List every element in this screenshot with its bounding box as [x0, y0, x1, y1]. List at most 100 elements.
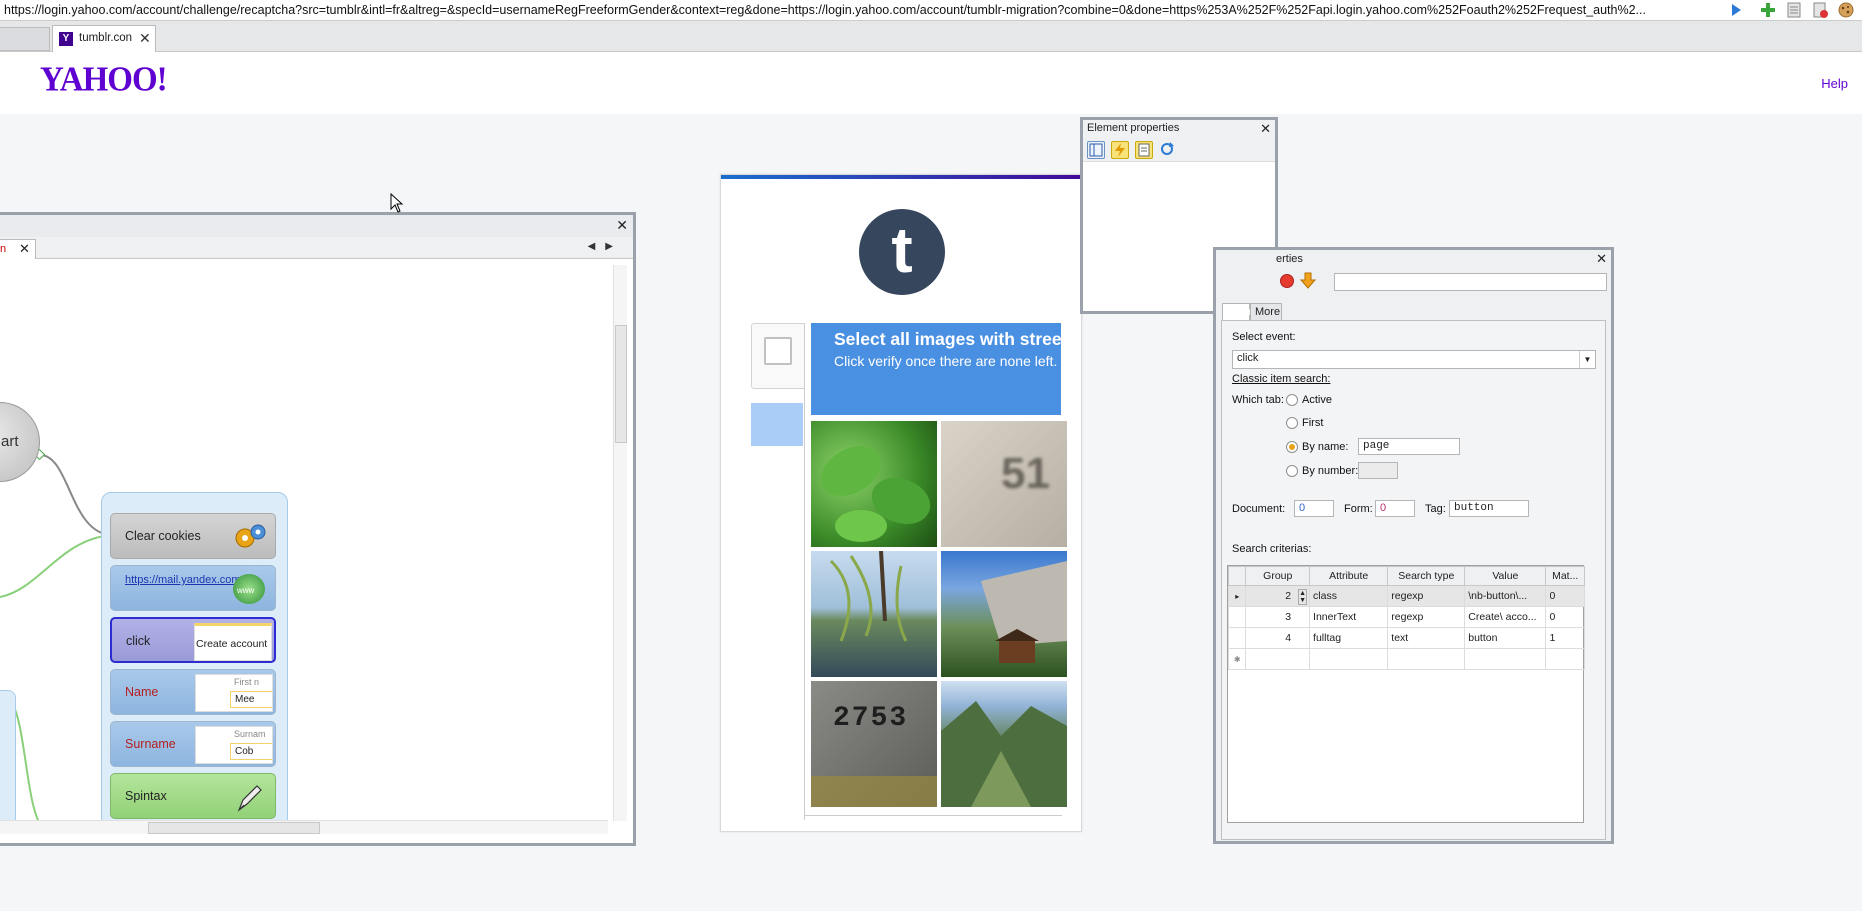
- radio-active-label: Active: [1302, 394, 1332, 406]
- tab-more[interactable]: More: [1250, 303, 1282, 321]
- lightning-icon[interactable]: [1111, 141, 1129, 159]
- form-label: Form:: [1344, 503, 1373, 515]
- properties-content: Select event: click ▼ Classic item searc…: [1221, 320, 1606, 840]
- add-icon[interactable]: [1760, 2, 1776, 18]
- builder-horizontal-scrollbar[interactable]: [0, 820, 608, 834]
- radio-active[interactable]: [1286, 394, 1298, 406]
- captcha-tile-number-51[interactable]: 51: [941, 421, 1067, 547]
- spinner-icon[interactable]: ▲ ▼: [1298, 589, 1308, 605]
- action-group[interactable]: Clear cookies https://mail.yandex.com ww…: [101, 492, 288, 832]
- col-group[interactable]: Group: [1245, 566, 1311, 586]
- table-row[interactable]: 3 InnerText regexp Create\ acco... 0: [1227, 606, 1585, 628]
- tab-scroll-arrows-icon[interactable]: ◀▶: [588, 241, 623, 252]
- cell-group[interactable]: 4: [1245, 627, 1311, 649]
- horizontal-scroll-thumb[interactable]: [148, 822, 320, 834]
- action-url-label[interactable]: https://mail.yandex.com: [125, 574, 241, 586]
- radio-by-number-label: By number:: [1302, 465, 1359, 477]
- captcha-tile-mountain-valley[interactable]: [941, 681, 1067, 807]
- radio-by-name[interactable]: [1286, 441, 1298, 453]
- play-icon[interactable]: [1728, 2, 1744, 18]
- cell-attribute[interactable]: fulltag: [1309, 627, 1389, 649]
- cell-value[interactable]: \nb-button\...: [1464, 585, 1547, 607]
- cell-match[interactable]: 1: [1545, 627, 1585, 649]
- selected-event: click: [1237, 352, 1259, 364]
- cell-value[interactable]: Create\ acco...: [1464, 606, 1547, 628]
- captcha-tile-ivy[interactable]: [811, 421, 937, 547]
- captcha-footer-divider: [804, 815, 1062, 816]
- cell-attribute[interactable]: InnerText: [1309, 606, 1389, 628]
- search-criteria-grid[interactable]: Group Attribute Search type Value Mat...…: [1227, 565, 1585, 823]
- cell-match[interactable]: 0: [1545, 585, 1585, 607]
- svg-text:www: www: [236, 586, 255, 595]
- tile-number-text: 51: [1001, 449, 1050, 498]
- action-surname[interactable]: Surname Surnam Cob: [110, 721, 276, 767]
- cell-empty[interactable]: [1545, 648, 1585, 670]
- cookie-icon[interactable]: [1838, 2, 1854, 18]
- element-properties-title: Element properties ✕: [1083, 120, 1275, 138]
- action-click[interactable]: click Create account: [110, 617, 276, 663]
- builder-vertical-scrollbar[interactable]: [613, 265, 627, 821]
- action-navigate-url[interactable]: https://mail.yandex.com www: [110, 565, 276, 611]
- col-match[interactable]: Mat...: [1545, 566, 1585, 586]
- col-value[interactable]: Value: [1464, 566, 1547, 586]
- cell-value[interactable]: button: [1464, 627, 1547, 649]
- chevron-down-icon[interactable]: ▼: [1579, 351, 1595, 368]
- action-clear-cookies[interactable]: Clear cookies: [110, 513, 276, 559]
- side-group[interactable]: [0, 690, 16, 830]
- cell-empty[interactable]: [1309, 648, 1389, 670]
- url-text[interactable]: https://login.yahoo.com/account/challeng…: [4, 3, 1716, 17]
- by-name-input[interactable]: page: [1358, 438, 1460, 455]
- table-row[interactable]: ▸ 2 ▲ ▼ class regexp \nb-button\... 0: [1227, 585, 1585, 607]
- builder-tab-close-icon[interactable]: ✕: [19, 241, 30, 257]
- builder-close-icon[interactable]: ✕: [616, 217, 628, 234]
- help-link[interactable]: Help: [1821, 76, 1848, 91]
- tab-close-icon[interactable]: ✕: [139, 30, 151, 47]
- action-label: Spintax: [125, 789, 167, 803]
- by-number-input[interactable]: [1358, 462, 1398, 479]
- cell-group[interactable]: 2 ▲ ▼: [1245, 585, 1311, 607]
- cell-empty[interactable]: [1464, 648, 1547, 670]
- table-row-new[interactable]: ✱: [1227, 648, 1585, 670]
- cell-type[interactable]: regexp: [1387, 606, 1466, 628]
- action-name[interactable]: Name First n Mee: [110, 669, 276, 715]
- action-preview: First n Mee: [195, 674, 273, 712]
- down-arrow-icon[interactable]: [1299, 272, 1317, 290]
- stop-record-icon[interactable]: [1280, 274, 1294, 288]
- col-search-type[interactable]: Search type: [1387, 566, 1466, 586]
- cell-match[interactable]: 0: [1545, 606, 1585, 628]
- cell-type[interactable]: regexp: [1387, 585, 1466, 607]
- captcha-tile-number-2753[interactable]: 2753: [811, 681, 937, 807]
- refresh-icon[interactable]: [1159, 141, 1177, 159]
- col-attribute[interactable]: Attribute: [1309, 566, 1389, 586]
- cell-type[interactable]: text: [1387, 627, 1466, 649]
- document-icon[interactable]: [1786, 2, 1802, 18]
- radio-first[interactable]: [1286, 417, 1298, 429]
- action-spintax[interactable]: Spintax: [110, 773, 276, 819]
- panel-layout-icon[interactable]: [1087, 141, 1105, 159]
- vertical-scroll-thumb[interactable]: [615, 325, 627, 443]
- table-row[interactable]: 4 fulltag text button 1: [1227, 627, 1585, 649]
- properties-search-input[interactable]: [1334, 273, 1607, 291]
- builder-tab[interactable]: n ✕: [0, 239, 36, 259]
- attributes-icon[interactable]: [1135, 141, 1153, 159]
- captcha-tile-mountain-cabin[interactable]: [941, 551, 1067, 677]
- yahoo-logo[interactable]: YAHOO!: [40, 61, 168, 100]
- captcha-tile-willow-lake[interactable]: [811, 551, 937, 677]
- document-input[interactable]: 0: [1294, 500, 1334, 517]
- tab-previous[interactable]: [0, 27, 50, 51]
- cell-attribute[interactable]: class: [1309, 585, 1389, 607]
- select-event-dropdown[interactable]: click ▼: [1232, 350, 1596, 369]
- address-bar[interactable]: https://login.yahoo.com/account/challeng…: [0, 0, 1862, 21]
- cell-group[interactable]: 3: [1245, 606, 1311, 628]
- tag-input[interactable]: button: [1449, 500, 1529, 517]
- radio-by-number[interactable]: [1286, 465, 1298, 477]
- recaptcha-checkbox[interactable]: [764, 337, 792, 365]
- delete-page-icon[interactable]: [1812, 2, 1828, 18]
- form-input[interactable]: 0: [1375, 500, 1415, 517]
- tab-main[interactable]: Main: [1222, 303, 1251, 321]
- cell-empty[interactable]: [1245, 648, 1311, 670]
- close-icon[interactable]: ✕: [1260, 121, 1271, 137]
- cell-empty[interactable]: [1387, 648, 1466, 670]
- close-icon[interactable]: ✕: [1596, 251, 1607, 267]
- tab-active[interactable]: Y tumblr.con ✕: [52, 25, 156, 52]
